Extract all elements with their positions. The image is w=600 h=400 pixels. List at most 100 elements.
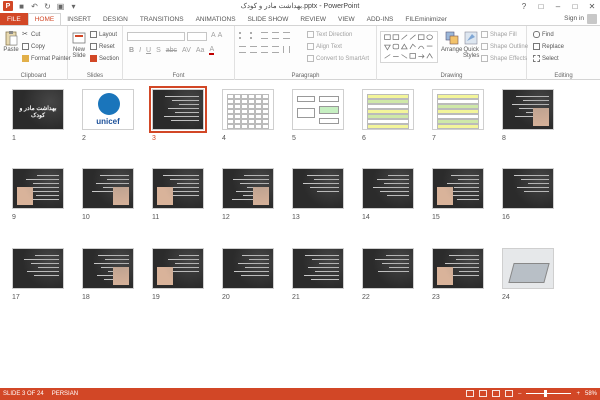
slide-preview[interactable]	[502, 168, 554, 209]
slide-preview[interactable]	[222, 168, 274, 209]
slide-preview[interactable]	[432, 89, 484, 130]
ribbon-display-icon[interactable]: □	[536, 1, 546, 11]
tab-design[interactable]: DESIGN	[97, 13, 134, 25]
italic-icon[interactable]: I	[139, 47, 141, 54]
reading-view-icon[interactable]	[492, 390, 501, 397]
zoom-in-icon[interactable]: +	[576, 391, 580, 397]
slide-show-view-icon[interactable]	[505, 390, 514, 397]
tab-slide-show[interactable]: SLIDE SHOW	[242, 13, 295, 25]
convert-smartart-button[interactable]: Convert to SmartArt	[307, 55, 369, 62]
normal-view-icon[interactable]	[466, 390, 475, 397]
zoom-out-icon[interactable]: –	[518, 391, 521, 397]
slide-thumbnail-15[interactable]: 15	[432, 168, 484, 221]
numbering-icon[interactable]	[250, 32, 257, 39]
font-size-buttons[interactable]: AA	[211, 32, 222, 39]
decrease-indent-icon[interactable]	[261, 32, 268, 39]
language-indicator[interactable]: PERSIAN	[52, 391, 78, 397]
slide-thumbnail-11[interactable]: 11	[152, 168, 204, 221]
slide-preview[interactable]	[12, 248, 64, 289]
justify-icon[interactable]	[272, 46, 279, 53]
section-button[interactable]: Section	[90, 55, 119, 62]
slide-thumbnail-18[interactable]: 18	[82, 248, 134, 301]
layout-button[interactable]: Layout	[90, 31, 117, 38]
tab-view[interactable]: VIEW	[332, 13, 361, 25]
tab-add-ins[interactable]: ADD-INS	[361, 13, 400, 25]
shape-effects-button[interactable]: Shape Effects	[481, 55, 527, 62]
slide-thumbnail-2[interactable]: unicef 2	[82, 89, 134, 142]
align-text-button[interactable]: Align Text	[307, 43, 342, 50]
close-button[interactable]: ✕	[587, 1, 597, 11]
slide-thumbnail-1[interactable]: بهداشت مادر و کودک 1	[12, 89, 64, 142]
slide-preview[interactable]	[149, 86, 207, 133]
slide-thumbnail-6[interactable]: 6	[362, 89, 414, 142]
slide-thumbnail-17[interactable]: 17	[12, 248, 64, 301]
shape-outline-button[interactable]: Shape Outline	[481, 43, 528, 50]
slide-thumbnail-9[interactable]: 9	[12, 168, 64, 221]
slide-preview[interactable]	[362, 248, 414, 289]
quick-styles-button[interactable]: Quick Styles	[463, 30, 479, 59]
slide-preview[interactable]	[292, 248, 344, 289]
slide-preview[interactable]: unicef	[82, 89, 134, 130]
text-direction-button[interactable]: Text Direction	[307, 31, 352, 38]
font-size-select[interactable]	[187, 32, 207, 41]
shapes-gallery[interactable]	[380, 31, 438, 63]
zoom-level[interactable]: 58%	[585, 391, 597, 397]
slide-preview[interactable]	[292, 168, 344, 209]
slide-thumbnail-7[interactable]: 7	[432, 89, 484, 142]
copy-button[interactable]: Copy	[22, 43, 45, 50]
char-spacing-icon[interactable]: AV	[182, 47, 191, 54]
find-button[interactable]: Find	[533, 31, 554, 38]
slide-preview[interactable]	[502, 248, 554, 289]
slide-preview[interactable]	[222, 248, 274, 289]
slide-preview[interactable]	[12, 168, 64, 209]
slide-thumbnail-20[interactable]: 20	[222, 248, 274, 301]
tab-file[interactable]: FILE	[0, 13, 28, 25]
slide-preview[interactable]	[362, 89, 414, 130]
shadow-icon[interactable]: S	[156, 47, 161, 54]
slide-thumbnail-10[interactable]: 10	[82, 168, 134, 221]
slide-thumbnail-5[interactable]: 5	[292, 89, 344, 142]
format-painter-button[interactable]: Format Painter	[22, 55, 71, 62]
slide-thumbnail-22[interactable]: 22	[362, 248, 414, 301]
slide-preview[interactable]: بهداشت مادر و کودک	[12, 89, 64, 130]
slide-preview[interactable]	[152, 248, 204, 289]
slide-preview[interactable]	[292, 89, 344, 130]
help-icon[interactable]: ?	[519, 1, 529, 11]
shape-fill-button[interactable]: Shape Fill	[481, 31, 517, 38]
paste-button[interactable]: Paste	[3, 30, 19, 53]
slide-thumbnail-8[interactable]: 8	[502, 89, 554, 142]
slide-thumbnail-16[interactable]: 16	[502, 168, 554, 221]
increase-indent-icon[interactable]	[272, 32, 279, 39]
strikethrough-icon[interactable]: abc	[166, 47, 177, 54]
select-button[interactable]: Select	[533, 55, 559, 62]
slide-preview[interactable]	[82, 248, 134, 289]
tab-fileminimizer[interactable]: FILEminimizer	[399, 13, 453, 25]
slide-thumbnail-12[interactable]: 12	[222, 168, 274, 221]
reset-button[interactable]: Reset	[90, 43, 115, 50]
slide-preview[interactable]	[432, 168, 484, 209]
shrink-font-icon[interactable]: A	[218, 32, 223, 39]
tab-review[interactable]: REVIEW	[294, 13, 332, 25]
sign-in-link[interactable]: Sign in	[564, 15, 584, 22]
grow-font-icon[interactable]: A	[211, 32, 216, 39]
arrange-button[interactable]: Arrange	[441, 30, 462, 53]
slide-preview[interactable]	[362, 168, 414, 209]
slide-preview[interactable]	[502, 89, 554, 130]
slide-thumbnail-4[interactable]: 4	[222, 89, 274, 142]
slide-thumbnail-13[interactable]: 13	[292, 168, 344, 221]
minimize-button[interactable]: –	[553, 1, 563, 11]
font-color-icon[interactable]: A	[209, 46, 215, 55]
slide-preview[interactable]	[432, 248, 484, 289]
slide-thumbnail-23[interactable]: 23	[432, 248, 484, 301]
change-case-icon[interactable]: Aa	[196, 47, 205, 54]
replace-button[interactable]: Replace	[533, 43, 564, 50]
zoom-slider[interactable]	[526, 390, 572, 397]
cut-button[interactable]: ✂ Cut	[22, 31, 40, 38]
font-name-select[interactable]	[127, 32, 185, 41]
avatar[interactable]	[587, 14, 597, 24]
align-left-icon[interactable]	[239, 46, 246, 53]
slide-preview[interactable]	[82, 168, 134, 209]
zoom-slider-knob[interactable]	[544, 390, 548, 397]
new-slide-button[interactable]: New Slide	[71, 30, 87, 59]
tab-insert[interactable]: INSERT	[61, 13, 97, 25]
